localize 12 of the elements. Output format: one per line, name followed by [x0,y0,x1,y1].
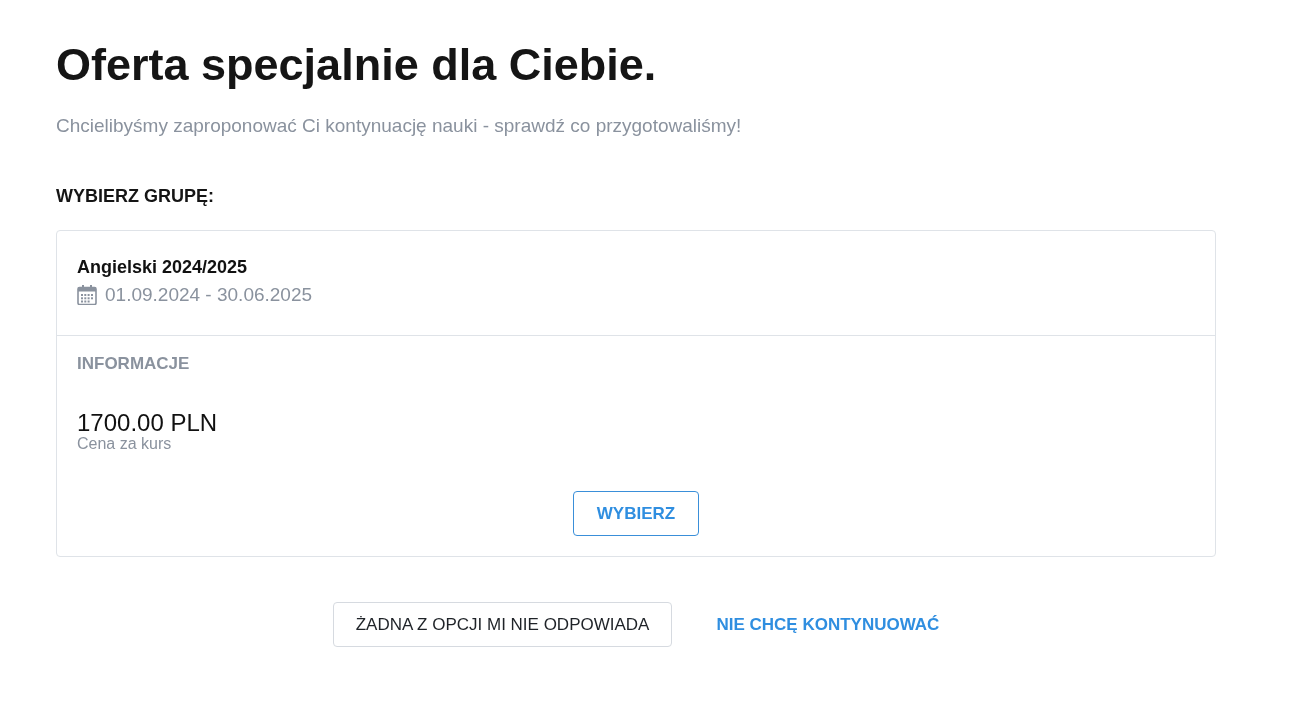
calendar-icon [77,285,97,305]
section-label: WYBIERZ GRUPĘ: [56,185,214,208]
choose-button[interactable]: WYBIERZ [573,491,699,536]
group-name: Angielski 2024/2025 [77,256,248,279]
page-subtitle: Chcielibyśmy zaproponować Ci kontynuację nauki - sprawdź co przygotowaliśmy! [56,114,742,138]
stop-link[interactable]: NIE CHCĘ KONTYNUOWAĆ [716,614,940,635]
decline-options-button[interactable]: ŻADNA Z OPCJI MI NIE ODPOWIADA [332,602,673,647]
page-heading: Oferta specjalnie dla Ciebie. [56,38,657,92]
price-caption: Cena za kurs [77,435,172,453]
price: 1700.00 PLN [77,410,218,435]
date-range: 01.09.2024 - 30.06.2025 [105,283,313,307]
info-label: INFORMACJE [77,353,190,375]
